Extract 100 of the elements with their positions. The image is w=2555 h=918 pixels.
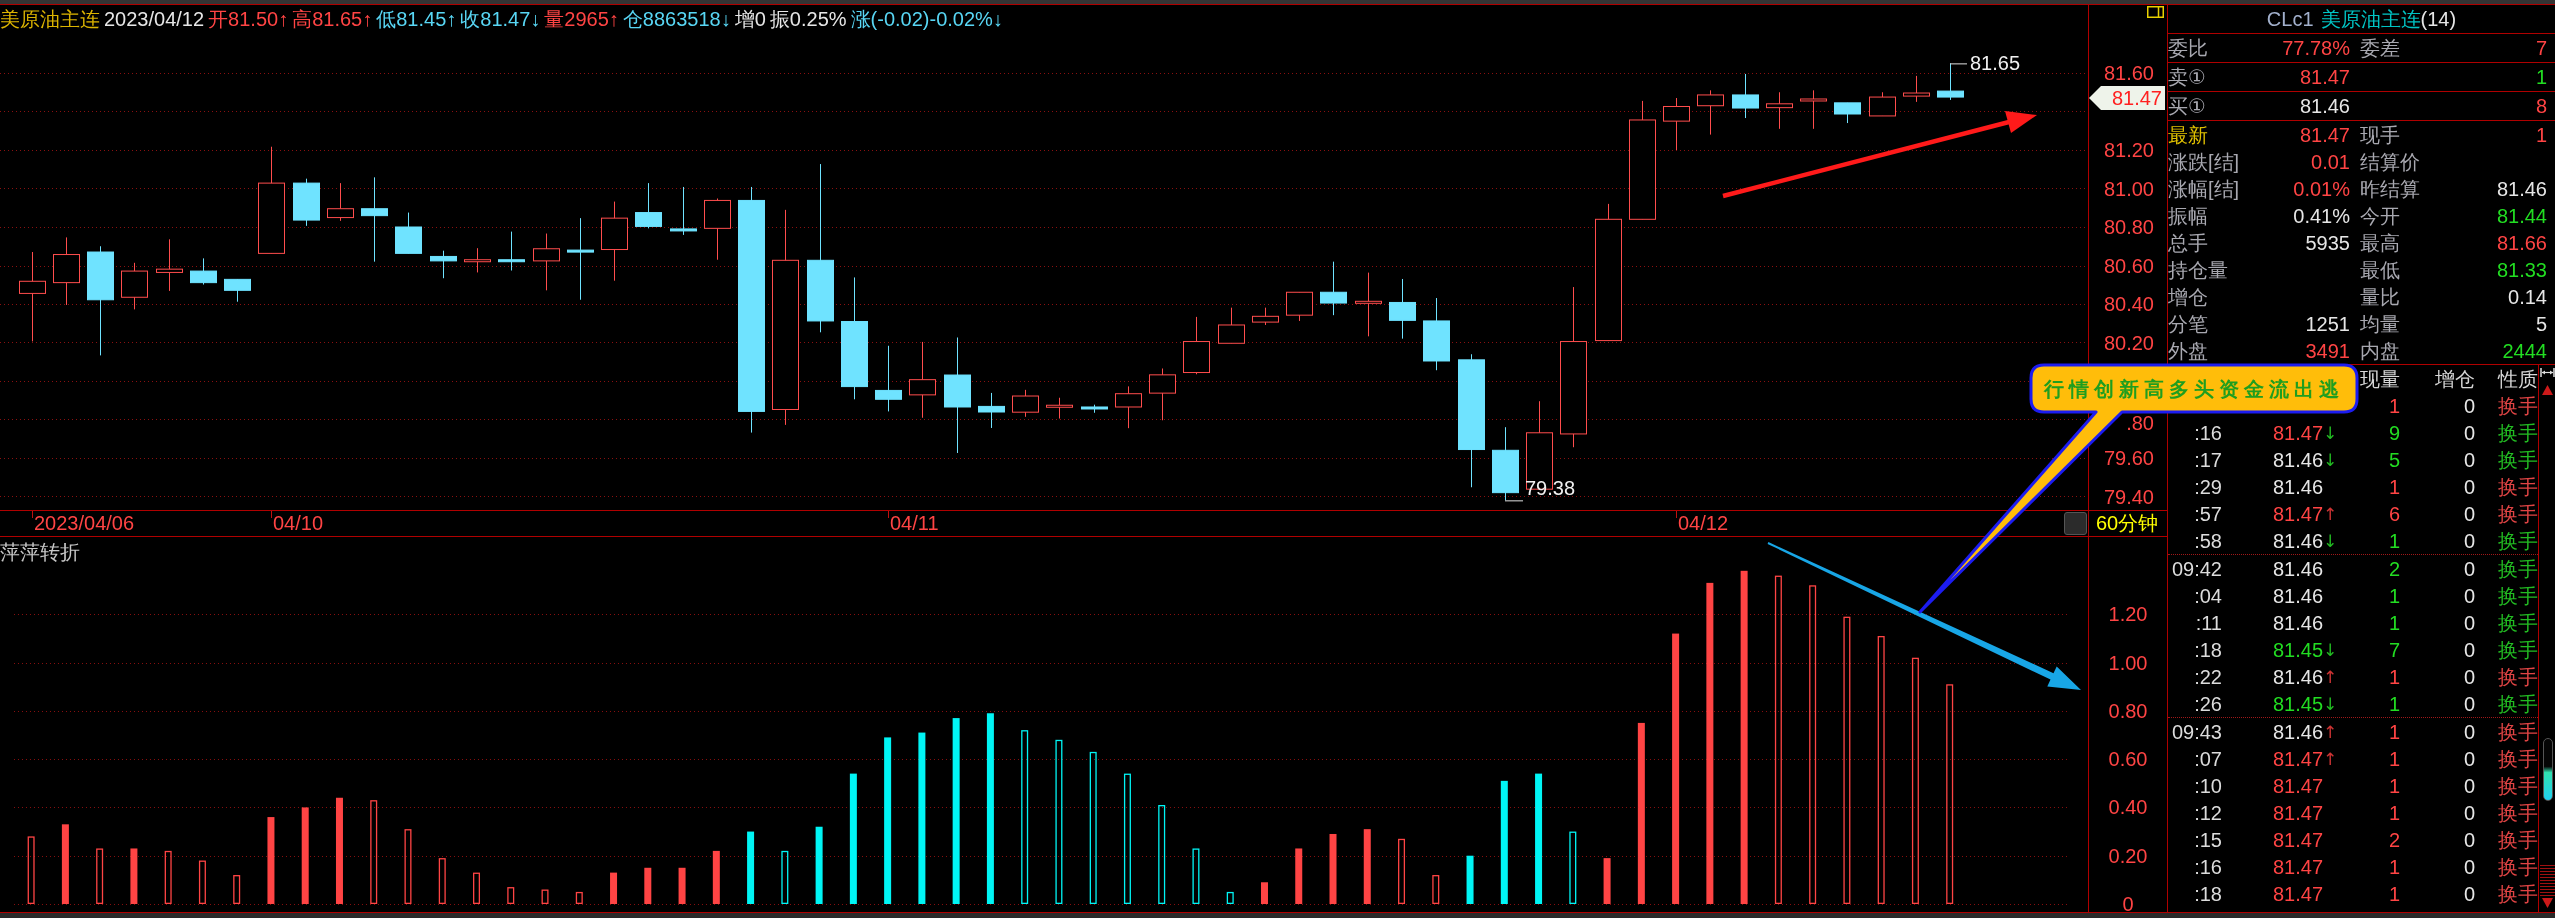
trade-time: :26 bbox=[2194, 693, 2222, 714]
bar-stat: 开81.50↑ bbox=[208, 6, 289, 32]
leader-line bbox=[1504, 500, 1524, 502]
trade-volume: 2 bbox=[2388, 558, 2400, 579]
oi-change: 0 bbox=[2463, 829, 2475, 850]
candlestick bbox=[978, 392, 1005, 429]
value-label: 0.20 bbox=[2108, 847, 2148, 864]
trade-volume: 1 bbox=[2388, 883, 2400, 904]
indicator-bar bbox=[1466, 855, 1474, 904]
candlestick bbox=[670, 186, 697, 236]
column-resize-icon[interactable] bbox=[2539, 368, 2555, 377]
indicator-bar bbox=[438, 858, 446, 904]
quote-label: 外盘 bbox=[2168, 340, 2208, 361]
trade-type: 换手 bbox=[2498, 476, 2538, 497]
trade-price: 81.47 bbox=[2273, 802, 2324, 823]
candlestick bbox=[1252, 307, 1279, 326]
oi-change: 0 bbox=[2463, 721, 2475, 742]
quote-value: 1251 bbox=[2305, 313, 2350, 334]
trade-time: 09:42 bbox=[2171, 558, 2222, 579]
date-label: 04/12 bbox=[1678, 512, 1729, 535]
contract-code: CLc1 bbox=[2266, 7, 2314, 31]
trade-volume: 1 bbox=[2388, 476, 2400, 497]
indicator-bar bbox=[198, 860, 206, 904]
scroll-down-icon[interactable] bbox=[2541, 898, 2553, 908]
quote-value: 7 bbox=[2535, 38, 2547, 58]
value-label: 1.20 bbox=[2108, 606, 2148, 623]
candlestick bbox=[1697, 89, 1724, 136]
trade-price: 81.47 bbox=[2273, 775, 2324, 796]
trade-time: :04 bbox=[2194, 585, 2222, 606]
column-header: 现量 bbox=[2360, 368, 2400, 389]
candlestick bbox=[1834, 102, 1861, 124]
quote-label: 最高 bbox=[2360, 232, 2400, 253]
oi-change: 0 bbox=[2463, 748, 2475, 769]
indicator-bar bbox=[712, 850, 720, 904]
indicator-bar bbox=[96, 848, 104, 904]
last-price-tag: 81.47 bbox=[2089, 86, 2165, 110]
price-label: 80.60 bbox=[2103, 257, 2154, 274]
quote-value: 2444 bbox=[2502, 340, 2547, 361]
oi-change: 0 bbox=[2463, 422, 2475, 443]
candlestick bbox=[704, 198, 731, 261]
scrollbar-thumb[interactable] bbox=[2542, 738, 2553, 801]
quote-label: 卖① bbox=[2168, 67, 2206, 87]
trade-price: 81.46 bbox=[2273, 585, 2324, 606]
trade-price: 81.47 bbox=[2273, 856, 2324, 877]
candlestick bbox=[1012, 389, 1039, 418]
bar-stat: 低81.45↑ bbox=[376, 6, 457, 32]
quote-value: 0.01 bbox=[2311, 151, 2350, 172]
trade-volume: 1 bbox=[2388, 693, 2400, 714]
candlestick bbox=[1869, 91, 1896, 117]
candlestick bbox=[1081, 404, 1108, 414]
trade-type: 换手 bbox=[2498, 883, 2538, 904]
quote-label: 结算价 bbox=[2360, 151, 2420, 172]
trade-price: 81.46 bbox=[2273, 476, 2324, 497]
trade-time: :18 bbox=[2194, 883, 2222, 904]
value-label: 1.00 bbox=[2108, 654, 2148, 671]
price-label: 81.00 bbox=[2103, 180, 2154, 197]
trade-type: 换手 bbox=[2498, 721, 2538, 742]
trade-type: 换手 bbox=[2498, 802, 2538, 823]
indicator-bar bbox=[1261, 882, 1268, 904]
indicator-bar bbox=[507, 887, 515, 904]
indicator-bar bbox=[644, 867, 652, 904]
oi-change: 0 bbox=[2463, 530, 2475, 551]
trade-time: :29 bbox=[2194, 476, 2222, 497]
panel-layout-icon[interactable] bbox=[2147, 6, 2164, 18]
direction-arrow: ↓ bbox=[2323, 639, 2338, 660]
quote-value: 5935 bbox=[2305, 232, 2350, 253]
trade-type: 换手 bbox=[2498, 395, 2538, 416]
price-label: 79.60 bbox=[2103, 450, 2154, 466]
indicator-bar bbox=[164, 850, 172, 904]
trade-type: 换手 bbox=[2498, 558, 2538, 579]
candlestick bbox=[1286, 291, 1313, 322]
trade-type: 换手 bbox=[2498, 829, 2538, 850]
candlestick bbox=[327, 182, 354, 222]
price-label: 79.40 bbox=[2103, 488, 2154, 505]
indicator-bar bbox=[1432, 875, 1440, 904]
toggle-button[interactable] bbox=[2064, 512, 2087, 535]
quote-value: 5 bbox=[2535, 313, 2547, 334]
bar-stat: 收81.47↓ bbox=[460, 6, 541, 32]
indicator-bar bbox=[575, 891, 583, 904]
trade-time: :16 bbox=[2194, 856, 2222, 877]
indicator-title: 萍萍转折 bbox=[0, 540, 80, 564]
indicator-bar bbox=[1226, 891, 1234, 904]
candlestick bbox=[498, 231, 525, 271]
oi-change: 0 bbox=[2463, 449, 2475, 470]
scroll-up-icon[interactable] bbox=[2541, 385, 2553, 395]
indicator-bar bbox=[610, 872, 618, 904]
candlestick bbox=[190, 257, 217, 286]
trade-type: 换手 bbox=[2498, 693, 2538, 714]
trade-time: :16 bbox=[2194, 422, 2222, 443]
indicator-bar bbox=[678, 867, 686, 904]
bar-stat: 量2965↑ bbox=[544, 6, 619, 32]
trade-volume: 1 bbox=[2388, 856, 2400, 877]
bar-stat: 仓8863518↓ bbox=[622, 6, 731, 32]
trade-type: 换手 bbox=[2498, 666, 2538, 687]
quote-value: 0.14 bbox=[2508, 286, 2547, 307]
price-label: 81.20 bbox=[2103, 142, 2154, 158]
low-price-label: 79.38 bbox=[1525, 477, 1576, 500]
quote-value: 8 bbox=[2535, 96, 2547, 116]
oi-change: 0 bbox=[2463, 612, 2475, 633]
trade-time: 09:43 bbox=[2171, 721, 2222, 742]
